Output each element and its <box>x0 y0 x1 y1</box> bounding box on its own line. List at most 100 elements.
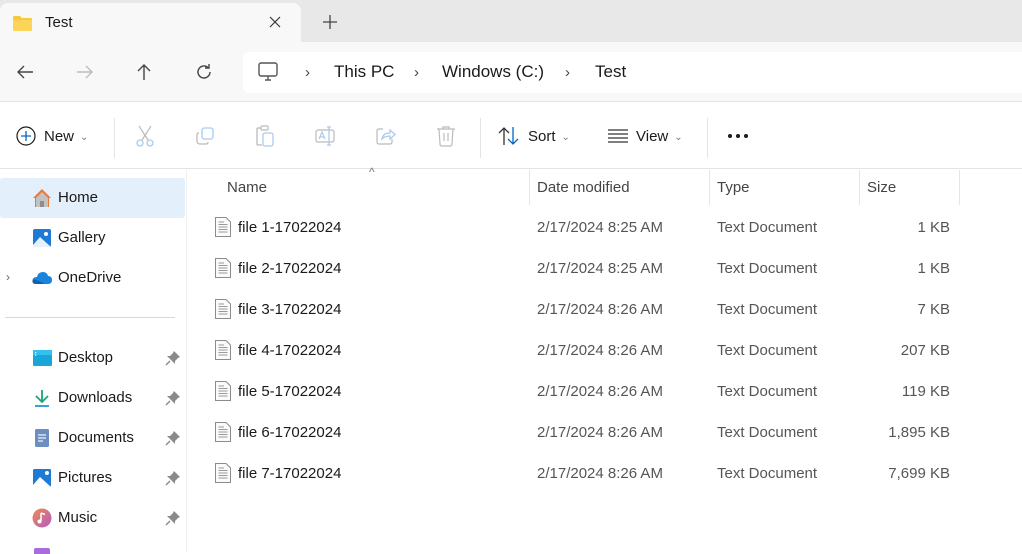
column-header-date-modified[interactable]: Date modified <box>537 170 707 205</box>
column-header-type[interactable]: Type <box>717 170 857 205</box>
view-label: View <box>636 127 669 145</box>
file-name: file 6-17022024 <box>238 424 342 441</box>
file-row[interactable]: file 7-17022024 2/17/2024 8:26 AM Text D… <box>188 454 1022 495</box>
file-type: Text Document <box>717 219 818 236</box>
file-date-modified: 2/17/2024 8:25 AM <box>537 260 663 277</box>
file-row[interactable]: file 4-17022024 2/17/2024 8:26 AM Text D… <box>188 331 1022 372</box>
sidebar-item-desktop[interactable]: Desktop <box>0 338 185 378</box>
breadcrumb-test[interactable]: Test <box>595 62 626 82</box>
share-button[interactable] <box>375 122 397 150</box>
music-icon <box>32 508 52 528</box>
sidebar-item-documents[interactable]: Documents <box>0 418 185 458</box>
file-row[interactable]: file 1-17022024 2/17/2024 8:25 AM Text D… <box>188 208 1022 249</box>
address-bar[interactable]: › This PC › Windows (C:) › Test <box>243 52 1022 93</box>
sidebar-item-home[interactable]: Home <box>0 178 185 218</box>
rename-button[interactable] <box>315 122 337 150</box>
file-type: Text Document <box>717 465 818 482</box>
videos-icon <box>34 548 50 554</box>
file-name: file 5-17022024 <box>238 383 342 400</box>
file-row[interactable]: file 5-17022024 2/17/2024 8:26 AM Text D… <box>188 372 1022 413</box>
sidebar-item-label: Desktop <box>58 349 114 366</box>
onedrive-icon <box>32 272 52 284</box>
sort-button[interactable]: Sort ⌄ <box>498 122 570 150</box>
pin-icon[interactable] <box>165 390 181 406</box>
pin-icon[interactable] <box>165 510 181 526</box>
close-icon <box>269 16 281 28</box>
view-button[interactable]: View ⌄ <box>608 122 683 150</box>
sidebar-item-pictures[interactable]: Pictures <box>0 458 185 498</box>
pin-icon[interactable] <box>165 430 181 446</box>
paste-button[interactable] <box>255 122 275 150</box>
text-file-icon <box>215 422 231 442</box>
file-date-modified: 2/17/2024 8:26 AM <box>537 383 663 400</box>
file-name: file 4-17022024 <box>238 342 342 359</box>
file-row[interactable]: file 6-17022024 2/17/2024 8:26 AM Text D… <box>188 413 1022 454</box>
file-row[interactable]: file 3-17022024 2/17/2024 8:26 AM Text D… <box>188 290 1022 331</box>
column-resize-handle[interactable] <box>859 170 860 205</box>
text-file-icon <box>215 258 231 278</box>
trash-icon <box>437 126 455 147</box>
desktop-icon <box>33 350 52 366</box>
close-tab-button[interactable] <box>264 11 286 33</box>
sidebar-item-label: Pictures <box>58 469 113 486</box>
delete-button[interactable] <box>436 122 456 150</box>
new-button[interactable]: New ⌄ <box>16 122 88 150</box>
text-file-icon <box>215 463 231 483</box>
up-button[interactable] <box>130 58 158 86</box>
column-resize-handle[interactable] <box>959 170 960 205</box>
file-type: Text Document <box>717 383 818 400</box>
column-resize-handle[interactable] <box>709 170 710 205</box>
back-button[interactable] <box>11 58 39 86</box>
arrow-up-icon <box>137 64 151 80</box>
pin-icon[interactable] <box>165 350 181 366</box>
divider <box>5 317 175 318</box>
breadcrumb-this-pc[interactable]: This PC <box>334 62 394 82</box>
column-header-name[interactable]: Name <box>227 170 527 205</box>
navigation-bar: › This PC › Windows (C:) › Test <box>0 42 1022 102</box>
breadcrumb-windows-c[interactable]: Windows (C:) <box>442 62 544 82</box>
cut-button[interactable] <box>135 122 155 150</box>
sidebar-item-music[interactable]: Music <box>0 498 185 538</box>
text-file-icon <box>215 381 231 401</box>
refresh-button[interactable] <box>190 58 218 86</box>
gallery-icon <box>33 229 51 247</box>
file-size: 207 KB <box>900 342 950 359</box>
copy-icon <box>196 127 214 145</box>
this-pc-icon <box>258 62 278 81</box>
rename-icon <box>315 126 335 146</box>
text-file-icon <box>215 217 231 237</box>
column-header-size[interactable]: Size <box>867 170 957 205</box>
command-bar: New ⌄ Sort ⌄ View ⌄ <box>0 102 1022 169</box>
divider <box>707 118 708 158</box>
file-size: 1 KB <box>917 219 950 236</box>
forward-button[interactable] <box>71 58 99 86</box>
copy-button[interactable] <box>195 122 215 150</box>
file-date-modified: 2/17/2024 8:26 AM <box>537 465 663 482</box>
tab-test[interactable]: Test <box>0 3 301 44</box>
divider <box>114 118 115 158</box>
file-date-modified: 2/17/2024 8:25 AM <box>537 219 663 236</box>
pin-icon[interactable] <box>165 470 181 486</box>
plus-circle-icon <box>16 126 36 146</box>
file-row[interactable]: file 2-17022024 2/17/2024 8:25 AM Text D… <box>188 249 1022 290</box>
sort-icon <box>498 127 519 145</box>
sidebar-item-label: Downloads <box>58 389 133 406</box>
column-resize-handle[interactable] <box>529 170 530 205</box>
file-size: 7 KB <box>917 301 950 318</box>
sidebar-item-onedrive[interactable]: › OneDrive <box>0 258 185 298</box>
sidebar-item-downloads[interactable]: Downloads <box>0 378 185 418</box>
chevron-right-icon[interactable]: › <box>6 270 10 284</box>
sidebar-item-gallery[interactable]: Gallery <box>0 218 185 258</box>
new-tab-button[interactable] <box>319 11 341 33</box>
sidebar-item-label: Gallery <box>58 229 106 246</box>
pictures-icon <box>33 469 51 487</box>
file-date-modified: 2/17/2024 8:26 AM <box>537 301 663 318</box>
sidebar-item-label: Music <box>58 509 98 526</box>
chevron-down-icon: ⌄ <box>561 131 570 143</box>
file-size: 119 KB <box>901 383 950 400</box>
sidebar-item-label: OneDrive <box>58 269 122 286</box>
file-date-modified: 2/17/2024 8:26 AM <box>537 342 663 359</box>
more-options-button[interactable] <box>727 122 749 150</box>
text-file-icon <box>215 299 231 319</box>
tab-title: Test <box>45 14 73 31</box>
